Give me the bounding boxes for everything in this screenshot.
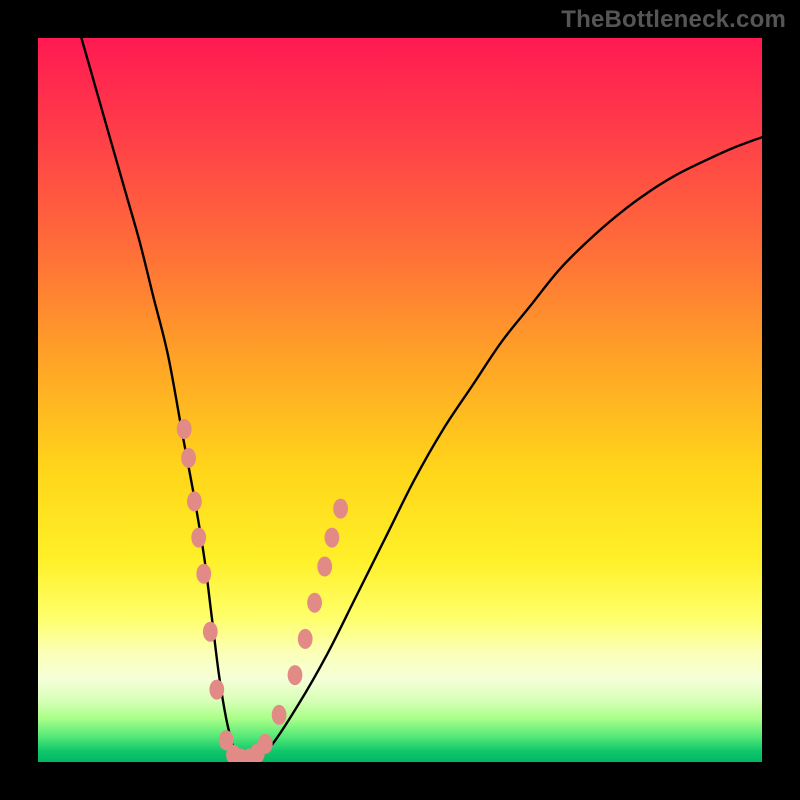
marker-dot	[307, 593, 322, 613]
marker-dot	[258, 734, 273, 754]
watermark-text: TheBottleneck.com	[561, 6, 786, 34]
marker-dot	[191, 528, 206, 548]
bottleneck-chart	[0, 0, 800, 800]
marker-dot	[177, 419, 192, 439]
marker-dot	[203, 622, 218, 642]
marker-dot	[272, 705, 287, 725]
chart-root: { "watermark": "TheBottleneck.com", "gra…	[0, 0, 800, 800]
marker-dot	[187, 491, 202, 511]
marker-dot	[181, 448, 196, 468]
marker-dot	[333, 499, 348, 519]
marker-dot	[209, 680, 224, 700]
marker-dot	[325, 528, 340, 548]
marker-dot	[288, 665, 303, 685]
plot-background	[38, 38, 762, 762]
marker-dot	[196, 564, 211, 584]
marker-dot	[317, 557, 332, 577]
marker-dot	[298, 629, 313, 649]
